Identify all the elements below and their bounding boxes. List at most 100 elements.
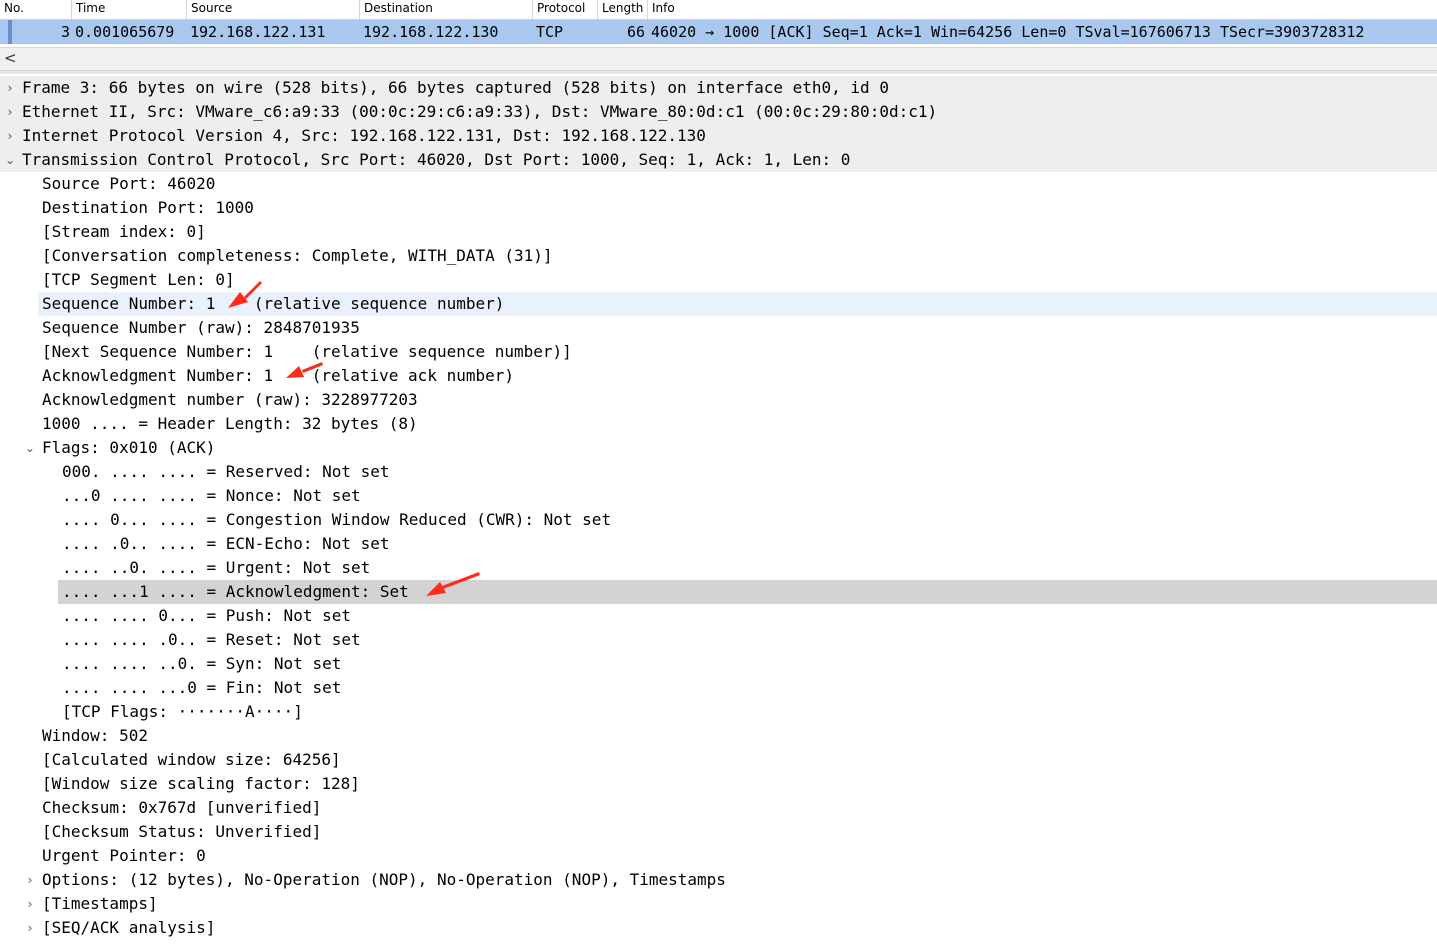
- detail-row-text: [Calculated window size: 64256]: [42, 750, 341, 769]
- detail-row-text: Window: 502: [42, 726, 148, 745]
- detail-row[interactable]: [Stream index: 0]: [0, 220, 1437, 244]
- column-header-length[interactable]: Length: [598, 0, 648, 19]
- detail-row-text: .... .... ...0 = Fin: Not set: [62, 678, 342, 697]
- detail-row-text: [Timestamps]: [42, 894, 158, 913]
- column-header-destination[interactable]: Destination: [360, 0, 533, 19]
- detail-row[interactable]: .... .... 0... = Push: Not set: [0, 604, 1437, 628]
- packet-row-selected[interactable]: 3 0.001065679 192.168.122.131 192.168.12…: [0, 20, 1437, 44]
- detail-row-text: Sequence Number: 1 (relative sequence nu…: [42, 294, 505, 313]
- detail-row-text: [Checksum Status: Unverified]: [42, 822, 322, 841]
- detail-row-text: Flags: 0x010 (ACK): [42, 438, 216, 457]
- detail-row-text: .... .... .0.. = Reset: Not set: [62, 630, 361, 649]
- column-header-source[interactable]: Source: [187, 0, 360, 19]
- detail-row[interactable]: 000. .... .... = Reserved: Not set: [0, 460, 1437, 484]
- detail-row-text: [Next Sequence Number: 1 (relative seque…: [42, 342, 572, 361]
- detail-row[interactable]: Destination Port: 1000: [0, 196, 1437, 220]
- detail-row[interactable]: [TCP Flags: ·······A····]: [0, 700, 1437, 724]
- packet-list-header: No. Time Source Destination Protocol Len…: [0, 0, 1437, 20]
- detail-row[interactable]: › Frame 3: 66 bytes on wire (528 bits), 6…: [0, 76, 1437, 100]
- column-header-no[interactable]: No.: [0, 0, 72, 19]
- scroll-left-icon[interactable]: <: [4, 49, 17, 67]
- expand-chevron-icon[interactable]: ›: [4, 76, 16, 100]
- packet-source: 192.168.122.131: [190, 23, 326, 41]
- detail-row-text: Transmission Control Protocol, Src Port:…: [22, 150, 851, 169]
- selection-marker: [8, 20, 12, 44]
- detail-row[interactable]: .... .... .0.. = Reset: Not set: [0, 628, 1437, 652]
- collapse-chevron-icon[interactable]: ⌄: [4, 148, 16, 172]
- detail-row-text: [TCP Flags: ·······A····]: [62, 702, 303, 721]
- detail-row[interactable]: [TCP Segment Len: 0]: [0, 268, 1437, 292]
- column-header-protocol[interactable]: Protocol: [533, 0, 598, 19]
- detail-row[interactable]: Window: 502: [0, 724, 1437, 748]
- detail-row[interactable]: Sequence Number: 1 (relative sequence nu…: [0, 292, 1437, 316]
- detail-row[interactable]: .... ..0. .... = Urgent: Not set: [0, 556, 1437, 580]
- detail-row[interactable]: ⌄ Flags: 0x010 (ACK): [0, 436, 1437, 460]
- expand-chevron-icon[interactable]: ›: [24, 916, 36, 940]
- detail-row-text: [Conversation completeness: Complete, WI…: [42, 246, 553, 265]
- expand-chevron-icon[interactable]: ›: [24, 892, 36, 916]
- detail-row[interactable]: › [Timestamps]: [0, 892, 1437, 916]
- detail-row[interactable]: › Internet Protocol Version 4, Src: 192.1…: [0, 124, 1437, 148]
- detail-row-text: .... .0.. .... = ECN-Echo: Not set: [62, 534, 390, 553]
- detail-row-text: .... .... ..0. = Syn: Not set: [62, 654, 342, 673]
- column-header-info[interactable]: Info: [648, 0, 1437, 19]
- collapse-chevron-icon[interactable]: ⌄: [24, 436, 36, 460]
- detail-row[interactable]: [Calculated window size: 64256]: [0, 748, 1437, 772]
- detail-row-text: ...0 .... .... = Nonce: Not set: [62, 486, 361, 505]
- detail-row[interactable]: [Checksum Status: Unverified]: [0, 820, 1437, 844]
- detail-row-text: Checksum: 0x767d [unverified]: [42, 798, 322, 817]
- detail-row-text: [Stream index: 0]: [42, 222, 206, 241]
- detail-row[interactable]: Urgent Pointer: 0: [0, 844, 1437, 868]
- expand-chevron-icon[interactable]: ›: [24, 868, 36, 892]
- detail-row[interactable]: [Window size scaling factor: 128]: [0, 772, 1437, 796]
- detail-row[interactable]: [Next Sequence Number: 1 (relative seque…: [0, 340, 1437, 364]
- detail-row-text: .... ...1 .... = Acknowledgment: Set: [62, 582, 409, 601]
- detail-row[interactable]: .... 0... .... = Congestion Window Reduc…: [0, 508, 1437, 532]
- detail-row-text: .... .... 0... = Push: Not set: [62, 606, 351, 625]
- detail-row-text: 1000 .... = Header Length: 32 bytes (8): [42, 414, 418, 433]
- packet-length: 66: [626, 23, 645, 41]
- detail-row[interactable]: Sequence Number (raw): 2848701935: [0, 316, 1437, 340]
- detail-row[interactable]: .... .... ...0 = Fin: Not set: [0, 676, 1437, 700]
- detail-row[interactable]: › [SEQ/ACK analysis]: [0, 916, 1437, 940]
- detail-row-text: .... 0... .... = Congestion Window Reduc…: [62, 510, 612, 529]
- packet-info: 46020 → 1000 [ACK] Seq=1 Ack=1 Win=64256…: [651, 23, 1365, 41]
- packet-protocol: TCP: [536, 23, 564, 41]
- expand-chevron-icon[interactable]: ›: [4, 100, 16, 124]
- detail-row[interactable]: .... ...1 .... = Acknowledgment: Set: [0, 580, 1437, 604]
- detail-row[interactable]: Acknowledgment Number: 1 (relative ack n…: [0, 364, 1437, 388]
- detail-row[interactable]: Acknowledgment number (raw): 3228977203: [0, 388, 1437, 412]
- detail-row[interactable]: Checksum: 0x767d [unverified]: [0, 796, 1437, 820]
- detail-row-text: Destination Port: 1000: [42, 198, 254, 217]
- detail-row[interactable]: › Options: (12 bytes), No-Operation (NOP)…: [0, 868, 1437, 892]
- detail-row-text: Source Port: 46020: [42, 174, 216, 193]
- detail-row[interactable]: .... .0.. .... = ECN-Echo: Not set: [0, 532, 1437, 556]
- detail-row[interactable]: ⌄ Transmission Control Protocol, Src Port…: [0, 148, 1437, 172]
- packet-no: 3: [60, 23, 70, 41]
- detail-row[interactable]: Source Port: 46020: [0, 172, 1437, 196]
- detail-row-text: Options: (12 bytes), No-Operation (NOP),…: [42, 870, 726, 889]
- expand-chevron-icon[interactable]: ›: [4, 124, 16, 148]
- detail-row-text: [SEQ/ACK analysis]: [42, 918, 216, 937]
- horizontal-scrollbar[interactable]: <: [0, 47, 1437, 71]
- detail-row-text: Internet Protocol Version 4, Src: 192.16…: [22, 126, 706, 145]
- packet-destination: 192.168.122.130: [363, 23, 499, 41]
- detail-row-text: [TCP Segment Len: 0]: [42, 270, 235, 289]
- detail-row-text: 000. .... .... = Reserved: Not set: [62, 462, 390, 481]
- packet-details-tree: › Frame 3: 66 bytes on wire (528 bits), 6…: [0, 76, 1437, 948]
- packet-time: 0.001065679: [75, 23, 175, 41]
- detail-row-text: Acknowledgment Number: 1 (relative ack n…: [42, 366, 515, 385]
- detail-row-text: [Window size scaling factor: 128]: [42, 774, 360, 793]
- detail-row-text: .... ..0. .... = Urgent: Not set: [62, 558, 371, 577]
- column-header-time[interactable]: Time: [72, 0, 187, 19]
- pane-splitter[interactable]: [0, 71, 1437, 74]
- detail-row[interactable]: 1000 .... = Header Length: 32 bytes (8): [0, 412, 1437, 436]
- detail-row-text: Frame 3: 66 bytes on wire (528 bits), 66…: [22, 78, 889, 97]
- detail-row-text: Sequence Number (raw): 2848701935: [42, 318, 360, 337]
- detail-row[interactable]: .... .... ..0. = Syn: Not set: [0, 652, 1437, 676]
- detail-row-text: Acknowledgment number (raw): 3228977203: [42, 390, 418, 409]
- detail-row[interactable]: › Ethernet II, Src: VMware_c6:a9:33 (00:0…: [0, 100, 1437, 124]
- detail-row[interactable]: [Conversation completeness: Complete, WI…: [0, 244, 1437, 268]
- detail-row[interactable]: ...0 .... .... = Nonce: Not set: [0, 484, 1437, 508]
- detail-row-text: Ethernet II, Src: VMware_c6:a9:33 (00:0c…: [22, 102, 938, 121]
